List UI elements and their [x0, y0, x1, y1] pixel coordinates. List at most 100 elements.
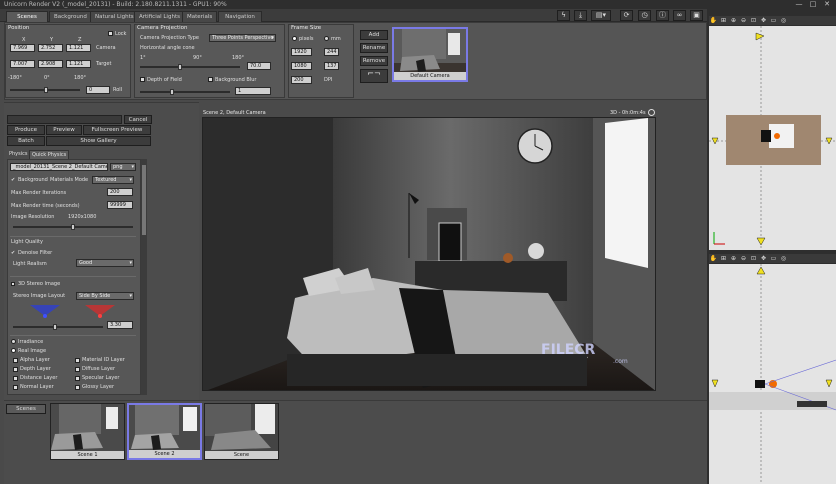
preview-button[interactable]: Preview	[46, 125, 82, 135]
pan-icon[interactable]: ✥	[759, 255, 768, 262]
remove-camera-button[interactable]: Remove	[360, 56, 388, 66]
fit-icon[interactable]: ⊡	[749, 255, 758, 262]
camera-icon[interactable]: ▭	[769, 17, 778, 24]
stereo-checkbox[interactable]	[11, 282, 15, 286]
pan-icon[interactable]: ✥	[759, 17, 768, 24]
angle-value-field[interactable]: 70.0	[247, 62, 271, 70]
scene-thumbnail-2[interactable]: Scene 2	[127, 403, 202, 460]
tab-artificial-lights[interactable]: Artificial Lights	[134, 11, 185, 22]
hand-icon[interactable]: ✋	[709, 255, 718, 262]
show-gallery-button[interactable]: Show Gallery	[46, 136, 151, 146]
target-y-field[interactable]: 2.908	[38, 60, 63, 68]
angle-slider[interactable]	[140, 64, 240, 70]
tab-scenes[interactable]: Scenes	[6, 11, 48, 22]
diffuse-layer-checkbox[interactable]	[75, 367, 80, 372]
camera-frame-icon[interactable]: ⌐¬	[360, 69, 388, 83]
normal-layer-checkbox[interactable]	[13, 385, 18, 390]
close-button[interactable]: ✕	[820, 0, 834, 9]
default-camera-thumbnail[interactable]: Default Camera	[392, 27, 468, 82]
depth-layer-checkbox[interactable]	[13, 367, 18, 372]
add-camera-button[interactable]: Add	[360, 30, 388, 40]
zoom-in-icon[interactable]: ⊕	[729, 17, 738, 24]
format-select[interactable]: png ▾	[110, 163, 136, 171]
minimize-button[interactable]: —	[792, 0, 806, 9]
fit-icon[interactable]: ⊡	[749, 17, 758, 24]
mm-radio[interactable]	[324, 36, 329, 41]
projection-type-select[interactable]: Three Points Perspective ▾	[209, 34, 276, 42]
materials-mode-select[interactable]: Textured ▾	[92, 176, 134, 184]
fullscreen-preview-button[interactable]: Fullscreen Preview	[83, 125, 151, 135]
lightning-icon[interactable]: ϟ	[557, 10, 570, 21]
side-viewport[interactable]	[709, 264, 836, 484]
alpha-layer-checkbox[interactable]	[13, 358, 18, 363]
info-icon[interactable]: ⓘ	[656, 10, 669, 21]
roll-slider[interactable]	[10, 87, 80, 93]
depth-of-field-checkbox[interactable]	[140, 77, 145, 82]
batch-button[interactable]: Batch	[7, 136, 45, 146]
camera-icon[interactable]: ▭	[769, 255, 778, 262]
link-icon[interactable]: ∞	[673, 10, 686, 21]
camera-x-field[interactable]: 7.969	[10, 44, 35, 52]
rename-camera-button[interactable]: Rename	[360, 43, 388, 53]
focus-icon[interactable]: ◎	[779, 17, 788, 24]
light-realism-select[interactable]: Good ▾	[76, 259, 134, 267]
specular-layer-checkbox[interactable]	[75, 376, 80, 381]
stereo-layout-select[interactable]: Side By Side ▾	[76, 292, 134, 300]
tab-materials[interactable]: Materials	[182, 11, 218, 22]
distance-layer-checkbox[interactable]	[13, 376, 18, 381]
top-viewport[interactable]	[709, 26, 836, 250]
target-x-field[interactable]: 7.007	[10, 60, 35, 68]
denoiser-checkbox[interactable]: ✔	[11, 250, 15, 256]
download-icon[interactable]: ⤓	[574, 10, 587, 21]
frame-height-mm-field[interactable]: 137	[324, 62, 339, 70]
tab-physics[interactable]: Physics	[9, 151, 28, 157]
dpi-field[interactable]: 200	[291, 76, 312, 84]
render-preview-image[interactable]: FILECR .com	[202, 117, 656, 391]
produce-button[interactable]: Produce	[7, 125, 45, 135]
scenes-label[interactable]: Scenes	[6, 404, 46, 414]
camera-y-field[interactable]: 2.752	[38, 44, 63, 52]
history-icon[interactable]: ◷	[638, 10, 651, 21]
zoom-out-icon[interactable]: ⊖	[739, 17, 748, 24]
resolution-slider[interactable]	[13, 224, 133, 230]
blur-value-field[interactable]: 1	[235, 87, 271, 95]
background-blur-checkbox[interactable]	[208, 77, 213, 82]
glossy-layer-checkbox[interactable]	[75, 385, 80, 390]
scene-thumbnail-1[interactable]: Scene 1	[50, 403, 125, 460]
lock-checkbox[interactable]	[108, 31, 113, 36]
tab-natural-lights[interactable]: Natural Lights	[90, 11, 139, 22]
target-z-field[interactable]: 1.121	[66, 60, 91, 68]
tab-background[interactable]: Background	[49, 11, 92, 22]
real-image-radio[interactable]	[11, 348, 16, 353]
cancel-button[interactable]: Cancel	[124, 115, 152, 124]
frame-width-field[interactable]: 1920	[291, 48, 312, 56]
frame-width-mm-field[interactable]: 244	[324, 48, 339, 56]
zoom-out-icon[interactable]: ⊖	[739, 255, 748, 262]
picture-icon[interactable]: ▣	[690, 10, 703, 21]
material-id-layer-checkbox[interactable]	[75, 358, 80, 363]
roll-field[interactable]: 0	[86, 86, 110, 94]
output-filename-field[interactable]: _model_20131_Scene 2_Default Camera	[10, 163, 108, 171]
grid-icon[interactable]: ⊞	[719, 255, 728, 262]
max-iterations-field[interactable]: 200	[107, 188, 133, 196]
stereo-value-field[interactable]: 3.30	[107, 321, 133, 329]
frame-height-field[interactable]: 1080	[291, 62, 312, 70]
refresh-icon[interactable]: ⟳	[620, 10, 633, 21]
tab-navigation[interactable]: Navigation	[218, 11, 262, 22]
background-checkbox[interactable]: ✔	[11, 177, 15, 183]
hand-icon[interactable]: ✋	[709, 17, 718, 24]
grid-icon[interactable]: ⊞	[719, 17, 728, 24]
layout-icon[interactable]: ▤▾	[591, 10, 611, 21]
blur-slider[interactable]	[140, 89, 230, 95]
settings-scrollbar[interactable]	[141, 159, 147, 395]
maximize-button[interactable]: □	[806, 0, 820, 9]
stereo-distance-slider[interactable]	[13, 324, 103, 330]
zoom-in-icon[interactable]: ⊕	[729, 255, 738, 262]
pixels-radio[interactable]	[292, 36, 297, 41]
irradiance-radio[interactable]	[11, 339, 16, 344]
scene-thumbnail-3[interactable]: Scene	[204, 403, 279, 460]
render-status-icon[interactable]	[648, 109, 655, 116]
max-time-field[interactable]: 99999	[107, 201, 133, 209]
camera-z-field[interactable]: 1.121	[66, 44, 91, 52]
focus-icon[interactable]: ◎	[779, 255, 788, 262]
